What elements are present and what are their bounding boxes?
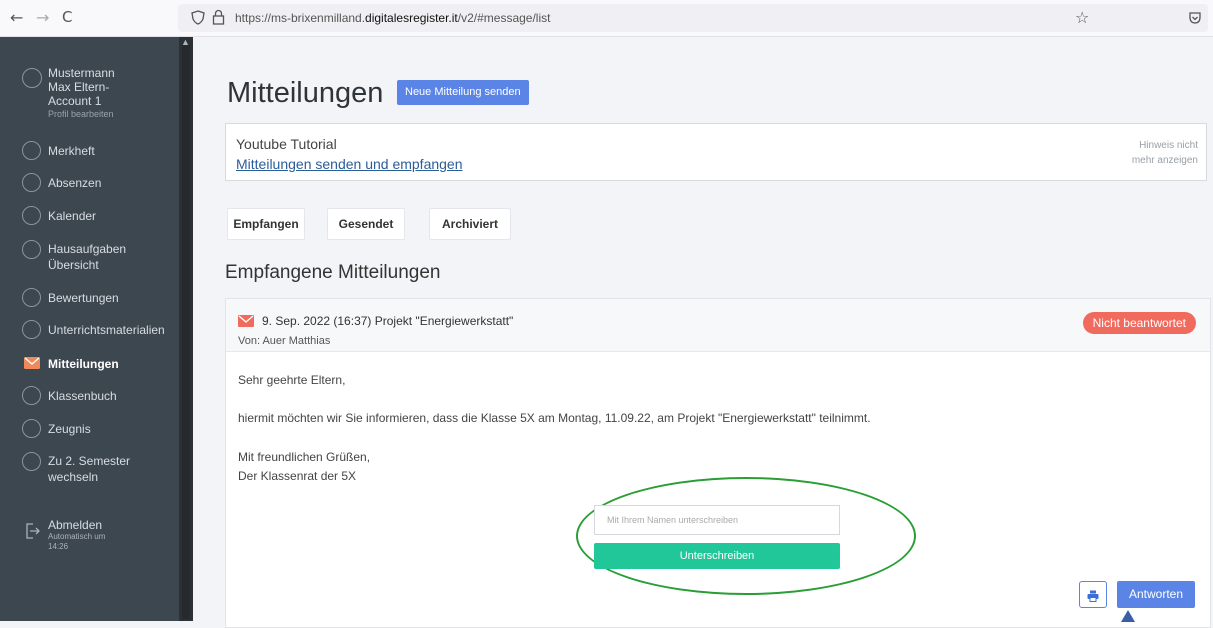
reply-button[interactable]: Antworten (1117, 581, 1195, 608)
sidebar-logout[interactable]: Abmelden Automatisch um 14:26 (0, 519, 179, 563)
sidebar-item-label-line2: wechseln (48, 470, 99, 484)
message-signature: Der Klassenrat der 5X (238, 469, 357, 483)
logout-label: Abmelden Automatisch um 14:26 (48, 519, 105, 552)
page-title: Mitteilungen (227, 77, 384, 109)
sign-button[interactable]: Unterschreiben (594, 543, 840, 569)
sidebar-item-label: Merkheft (48, 144, 95, 158)
tab-gesendet[interactable]: Gesendet (327, 208, 405, 240)
logout-text: Abmelden (48, 518, 103, 532)
sidebar-item-label: Absenzen (48, 176, 102, 190)
tutorial-title: Youtube Tutorial (236, 136, 337, 152)
circle-icon (22, 320, 41, 339)
sidebar-item-semester-wechseln[interactable]: Zu 2. Semester wechseln (0, 451, 179, 487)
sign-name-input[interactable]: Mit Ihrem Namen unterschreiben (594, 505, 840, 535)
sidebar-item-klassenbuch[interactable]: Klassenbuch (0, 385, 179, 407)
highlight-ellipse (576, 477, 916, 595)
message-greeting: Sehr geehrte Eltern, (238, 373, 346, 387)
sidebar-item-label: Unterrichtsmaterialien (48, 323, 165, 337)
logout-icon (24, 522, 40, 545)
url-suffix: /v2/#message/list (457, 11, 551, 25)
main-content: Mitteilungen Neue Mitteilung senden Yout… (193, 37, 1213, 628)
forward-icon[interactable]: → (36, 8, 49, 27)
scrollbar-thumb[interactable] (182, 45, 190, 619)
sidebar: Mustermann Max Eltern- Account 1 Profil … (0, 37, 179, 621)
hide-hint-line2: mehr anzeigen (1131, 155, 1198, 166)
back-icon[interactable]: ← (10, 8, 23, 27)
pocket-icon[interactable] (1188, 11, 1202, 30)
sidebar-item-kalender[interactable]: Kalender (0, 205, 179, 227)
logout-auto-text: Automatisch um (48, 532, 106, 541)
tab-empfangen[interactable]: Empfangen (227, 208, 305, 240)
avatar (22, 68, 42, 88)
profile-edit-link[interactable]: Profil bearbeiten (48, 108, 115, 120)
hide-hint-line1: Hinweis nicht (1139, 140, 1198, 151)
envelope-icon (238, 315, 254, 327)
sidebar-item-absenzen[interactable]: Absenzen (0, 172, 179, 194)
sidebar-item-label: Zu 2. Semester wechseln (48, 453, 130, 485)
tab-archiviert[interactable]: Archiviert (429, 208, 511, 240)
section-title: Empfangene Mitteilungen (225, 262, 441, 283)
url-domain: digitalesregister.it (365, 11, 458, 25)
sidebar-item-mitteilungen[interactable]: Mitteilungen (0, 353, 179, 375)
url-prefix: https://ms-brixenmilland. (235, 11, 366, 25)
browser-toolbar: ← → C https://ms-brixenmilland.digitales… (0, 0, 1213, 37)
hide-hint-link[interactable]: Hinweis nicht mehr anzeigen (1108, 138, 1198, 168)
sidebar-item-merkheft[interactable]: Merkheft (0, 140, 179, 162)
circle-icon (22, 452, 41, 471)
sidebar-item-label: Mitteilungen (48, 357, 119, 371)
circle-icon (22, 419, 41, 438)
envelope-icon (24, 356, 40, 374)
logout-time: 14:26 (48, 542, 69, 551)
message-header[interactable]: 9. Sep. 2022 (16:37) Projekt "Energiewer… (226, 299, 1210, 352)
tutorial-box: Youtube Tutorial Mitteilungen senden und… (225, 123, 1207, 181)
circle-icon (22, 206, 41, 225)
circle-icon (22, 240, 41, 259)
sidebar-profile[interactable]: Mustermann Max Eltern- Account 1 Profil … (0, 66, 179, 126)
sidebar-item-label: Kalender (48, 209, 97, 223)
sidebar-item-hausaufgaben[interactable]: Hausaufgaben Übersicht (0, 239, 179, 275)
sidebar-item-label-line1: Zu 2. Semester (48, 454, 131, 468)
circle-icon (22, 288, 41, 307)
address-bar[interactable]: https://ms-brixenmilland.digitalesregist… (178, 4, 1208, 32)
sidebar-item-bewertungen[interactable]: Bewertungen (0, 287, 179, 309)
message-closing: Mit freundlichen Grüßen, (238, 450, 371, 464)
message-date-subject: 9. Sep. 2022 (16:37) Projekt "Energiewer… (262, 314, 514, 328)
new-message-button[interactable]: Neue Mitteilung senden (397, 80, 529, 105)
profile-name-line3: Account 1 (48, 94, 102, 108)
sidebar-item-label-line1: Hausaufgaben (48, 242, 127, 256)
printer-icon (1087, 587, 1099, 602)
sidebar-item-label: Hausaufgaben Übersicht (48, 241, 126, 273)
circle-icon (22, 141, 41, 160)
bookmark-star-icon[interactable]: ☆ (1075, 8, 1089, 27)
sidebar-item-label-line2: Übersicht (48, 258, 99, 272)
sidebar-item-unterrichtsmaterialien[interactable]: Unterrichtsmaterialien (0, 319, 179, 341)
reload-icon[interactable]: C (62, 8, 72, 26)
sidebar-item-zeugnis[interactable]: Zeugnis (0, 418, 179, 440)
message-text: hiermit möchten wir Sie informieren, das… (238, 411, 871, 425)
sidebar-item-label: Bewertungen (48, 291, 119, 305)
profile-name-line1: Mustermann (48, 66, 115, 80)
tracking-shield-icon[interactable] (191, 10, 205, 30)
circle-icon (22, 386, 41, 405)
pointer-arrow-icon (1121, 609, 1135, 627)
sidebar-scrollbar[interactable]: ▲ (179, 37, 193, 621)
tutorial-link[interactable]: Mitteilungen senden und empfangen (236, 156, 463, 172)
circle-icon (22, 173, 41, 192)
sidebar-item-label: Zeugnis (48, 422, 91, 436)
print-button[interactable] (1079, 581, 1107, 608)
profile-name-line2: Max Eltern- (48, 80, 110, 94)
message-sender: Von: Auer Matthias (238, 335, 331, 347)
status-badge: Nicht beantwortet (1082, 312, 1196, 334)
message-card: 9. Sep. 2022 (16:37) Projekt "Energiewer… (225, 298, 1211, 628)
url-text[interactable]: https://ms-brixenmilland.digitalesregist… (235, 11, 550, 25)
sidebar-item-label: Klassenbuch (48, 389, 117, 403)
lock-icon[interactable] (212, 9, 225, 30)
profile-name: Mustermann Max Eltern- Account 1 Profil … (48, 66, 115, 120)
